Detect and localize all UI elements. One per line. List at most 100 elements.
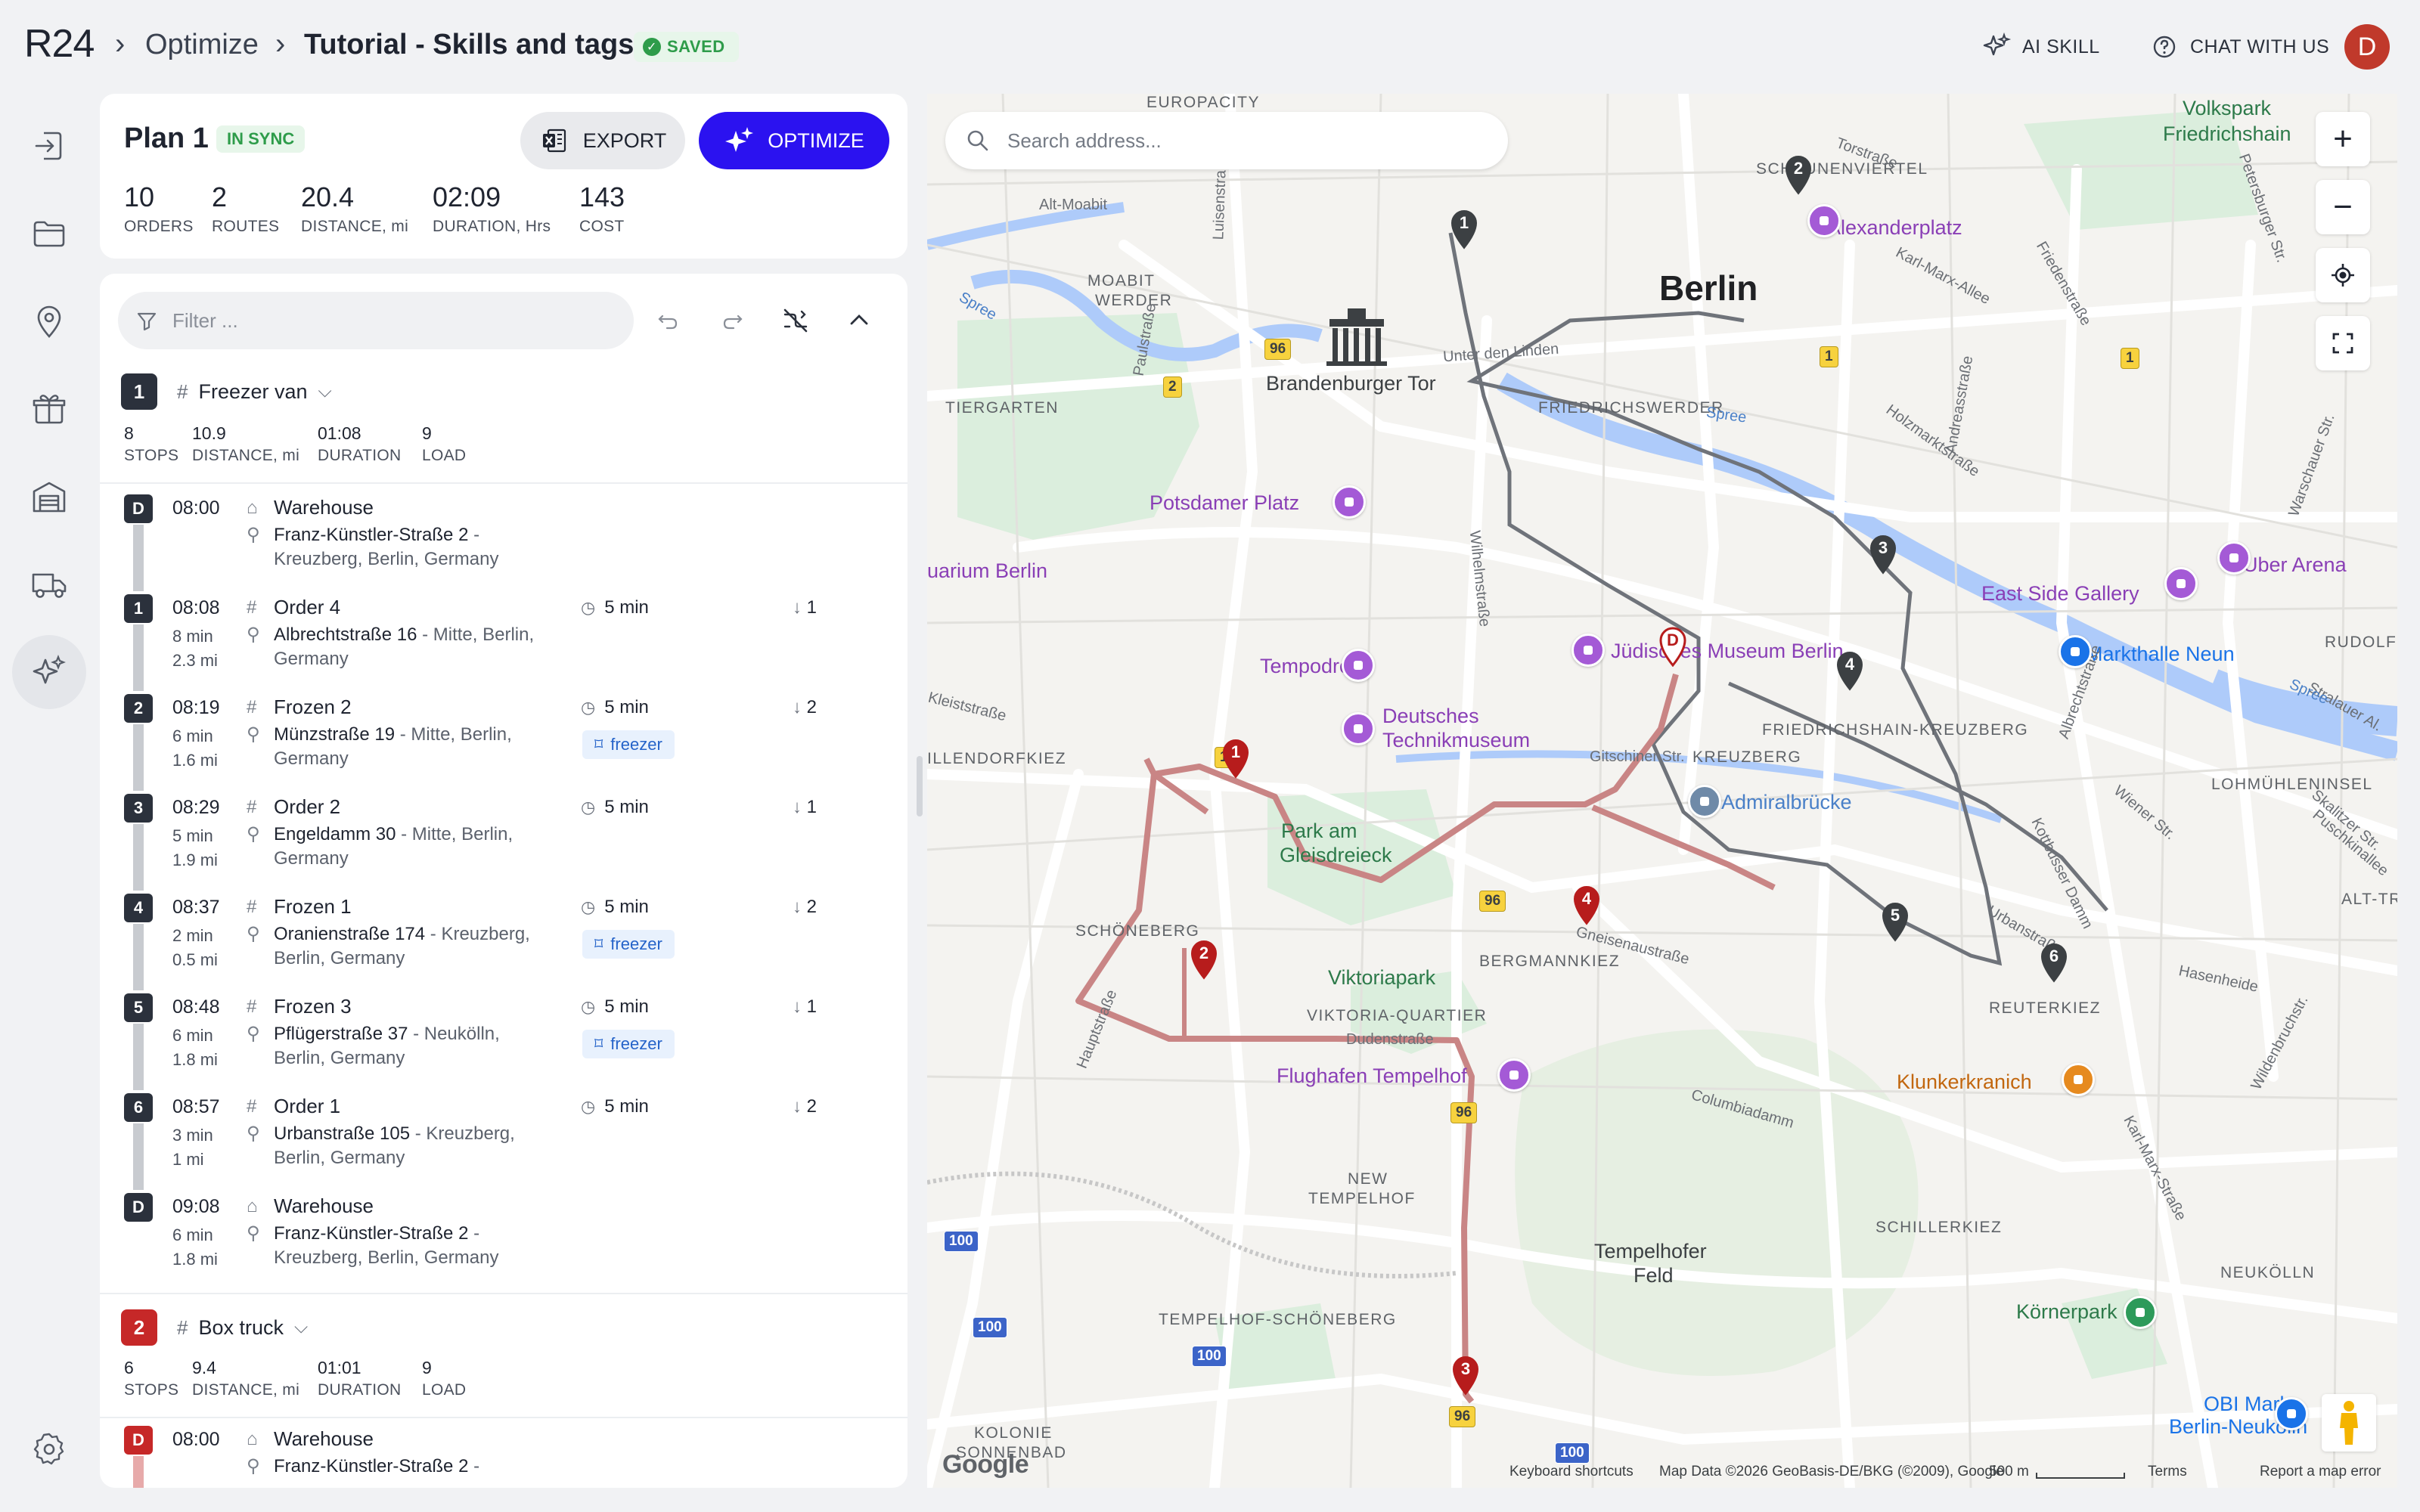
- export-button[interactable]: EXPORT: [520, 112, 685, 169]
- park-label[interactable]: Tempelhofer: [1594, 1240, 1707, 1263]
- map-view[interactable]: EUROPACITY MOABIT WERDER TIERGARTEN FRIE…: [927, 94, 2397, 1488]
- vehicle-selector[interactable]: # Box truck ⌵: [177, 1316, 308, 1340]
- route-stop-marker[interactable]: 1: [1221, 738, 1251, 779]
- keyboard-shortcuts-link[interactable]: Keyboard shortcuts: [1509, 1464, 1634, 1480]
- poi-label[interactable]: Klunkerkranich: [1897, 1070, 2032, 1094]
- plan-title[interactable]: Plan 1: [124, 122, 209, 155]
- redo-button[interactable]: [714, 302, 750, 339]
- route-stop-marker[interactable]: 2: [1189, 939, 1219, 980]
- zoom-out-button[interactable]: −: [2316, 180, 2370, 234]
- stop-row[interactable]: D 08:00 ⌂ Warehouse ⚲ Franz-Künstler-Straß…: [100, 1420, 908, 1488]
- stop-row[interactable]: 2 08:19 6 min 1.6 mi # Frozen 2 ⚲ Münzstraß…: [100, 688, 908, 788]
- street-view-button[interactable]: [2322, 1394, 2376, 1452]
- district-label: TIERGARTEN: [945, 399, 1059, 417]
- optimize-button[interactable]: OPTIMIZE: [699, 112, 889, 169]
- chat-with-us-button[interactable]: CHAT WITH US: [2149, 32, 2329, 62]
- skill-tag[interactable]: ⌑ freezer: [582, 1030, 675, 1058]
- shop-icon[interactable]: [2275, 1397, 2308, 1430]
- my-location-button[interactable]: [2316, 248, 2370, 302]
- route-header-1[interactable]: 1 # Freezer van ⌵: [121, 373, 332, 410]
- nav-settings[interactable]: [12, 1412, 86, 1486]
- ai-skill-button[interactable]: AI SKILL: [1981, 32, 2100, 62]
- undo-button[interactable]: [650, 302, 687, 339]
- page-title[interactable]: Tutorial - Skills and tags: [304, 29, 634, 61]
- gallery-icon[interactable]: [2164, 567, 2198, 600]
- stop-row[interactable]: 5 08:48 6 min 1.8 mi # Frozen 3 ⚲ Pflügerst…: [100, 987, 908, 1087]
- stop-row[interactable]: 1 08:08 8 min 2.3 mi # Order 4 ⚲ Albrechtst…: [100, 588, 908, 688]
- route-stop-marker[interactable]: 5: [1880, 901, 1910, 942]
- skill-tag[interactable]: ⌑ freezer: [582, 930, 675, 959]
- collapse-all-button[interactable]: [841, 302, 877, 339]
- landmark-label[interactable]: Brandenburger Tor: [1266, 372, 1436, 395]
- nav-locations[interactable]: [12, 284, 86, 358]
- route-stop-marker[interactable]: 4: [1835, 650, 1865, 691]
- camera-icon[interactable]: [1333, 485, 1366, 519]
- breadcrumb-optimize[interactable]: Optimize: [145, 29, 259, 61]
- nav-depots[interactable]: [12, 460, 86, 534]
- road-shield: 96: [1450, 1102, 1478, 1123]
- poi-label[interactable]: Alexanderplatz: [1827, 216, 1962, 240]
- poi-label[interactable]: Jüdisches Museum Berlin: [1611, 640, 1844, 663]
- route-header-2[interactable]: 2 # Box truck ⌵: [121, 1309, 308, 1346]
- route-stop-marker[interactable]: 1: [1449, 209, 1479, 249]
- poi-label[interactable]: Uber Arena: [2243, 553, 2347, 577]
- arena-icon[interactable]: [2217, 541, 2251, 575]
- park-label[interactable]: Volkspark: [2183, 97, 2271, 119]
- hash-icon: #: [247, 596, 257, 618]
- museum-icon[interactable]: [1497, 1058, 1531, 1092]
- nav-import[interactable]: [12, 109, 86, 183]
- park-label[interactable]: Viktoriapark: [1328, 966, 1435, 989]
- nav-optimize[interactable]: [12, 635, 86, 709]
- address-search-input[interactable]: Search address...: [945, 112, 1508, 169]
- music-icon[interactable]: [1342, 649, 1375, 682]
- bridge-icon[interactable]: [1688, 785, 1721, 818]
- cart-icon[interactable]: [2059, 635, 2092, 668]
- avatar[interactable]: D: [2344, 24, 2390, 70]
- report-error-link[interactable]: Report a map error: [2260, 1464, 2381, 1480]
- route-stop-marker[interactable]: 4: [1571, 885, 1602, 925]
- camera-icon[interactable]: [1807, 204, 1841, 237]
- stop-row[interactable]: D 09:08 6 min 1.8 mi ⌂ Warehouse ⚲ Franz-Kü…: [100, 1187, 908, 1287]
- poi-label[interactable]: Markthalle Neun: [2086, 643, 2235, 666]
- terms-link[interactable]: Terms: [2148, 1464, 2187, 1480]
- nav-plans[interactable]: [12, 197, 86, 271]
- nav-vehicles[interactable]: [12, 547, 86, 621]
- stop-row[interactable]: D 08:00 ⌂ Warehouse ⚲ Franz-Künstler-Straß…: [100, 488, 908, 588]
- filter-input[interactable]: Filter ...: [118, 292, 634, 349]
- museum-icon[interactable]: [1342, 712, 1375, 745]
- route-stop-marker[interactable]: D: [1658, 626, 1688, 668]
- park-label[interactable]: Körnerpark: [2016, 1300, 2118, 1323]
- poi-label[interactable]: Flughafen Tempelhof: [1277, 1064, 1467, 1088]
- park-icon[interactable]: [2124, 1296, 2157, 1329]
- stop-row[interactable]: 3 08:29 5 min 1.9 mi # Order 2 ⚲ Engeldamm …: [100, 788, 908, 888]
- skill-tag[interactable]: ⌑ freezer: [582, 730, 675, 759]
- poi-label[interactable]: Technikmuseum: [1382, 729, 1530, 752]
- park-label[interactable]: Park am: [1281, 820, 1357, 842]
- nav-orders[interactable]: [12, 372, 86, 446]
- stop-name: ⌂ Warehouse: [247, 1427, 374, 1450]
- museum-icon[interactable]: [1571, 634, 1605, 667]
- park-label[interactable]: Friedrichshain: [2163, 122, 2291, 145]
- route-stop-marker[interactable]: 6: [2039, 942, 2069, 983]
- poi-label[interactable]: Potsdamer Platz: [1150, 491, 1299, 515]
- poi-label[interactable]: Deutsches: [1382, 705, 1479, 728]
- bar-icon[interactable]: [2062, 1063, 2095, 1096]
- route-stop-marker[interactable]: 2: [1783, 154, 1813, 195]
- service-time: ◷ 5 min: [581, 1096, 649, 1117]
- park-label[interactable]: Feld: [1634, 1264, 1674, 1287]
- poi-label[interactable]: East Side Gallery: [1981, 582, 2139, 606]
- panel-resize-handle[interactable]: [917, 756, 923, 816]
- zoom-in-button[interactable]: +: [2316, 112, 2370, 166]
- fullscreen-button[interactable]: [2316, 316, 2370, 370]
- poi-label[interactable]: uarium Berlin: [927, 559, 1047, 583]
- vehicle-selector[interactable]: # Freezer van ⌵: [177, 380, 332, 404]
- route-stop-marker[interactable]: 3: [1868, 534, 1898, 575]
- ai-sparkle-icon: [1983, 32, 2012, 56]
- stop-row[interactable]: 6 08:57 3 min 1 mi # Order 1 ⚲ Urbanstraße …: [100, 1087, 908, 1187]
- hide-routes-button[interactable]: [777, 302, 814, 339]
- route-stop-marker[interactable]: 3: [1450, 1355, 1481, 1396]
- park-label[interactable]: Gleisdreieck: [1280, 844, 1392, 866]
- app-logo[interactable]: R24: [24, 21, 95, 67]
- stop-row[interactable]: 4 08:37 2 min 0.5 mi # Frozen 1 ⚲ Oranienst…: [100, 888, 908, 987]
- poi-label[interactable]: Admiralbrücke: [1721, 791, 1852, 814]
